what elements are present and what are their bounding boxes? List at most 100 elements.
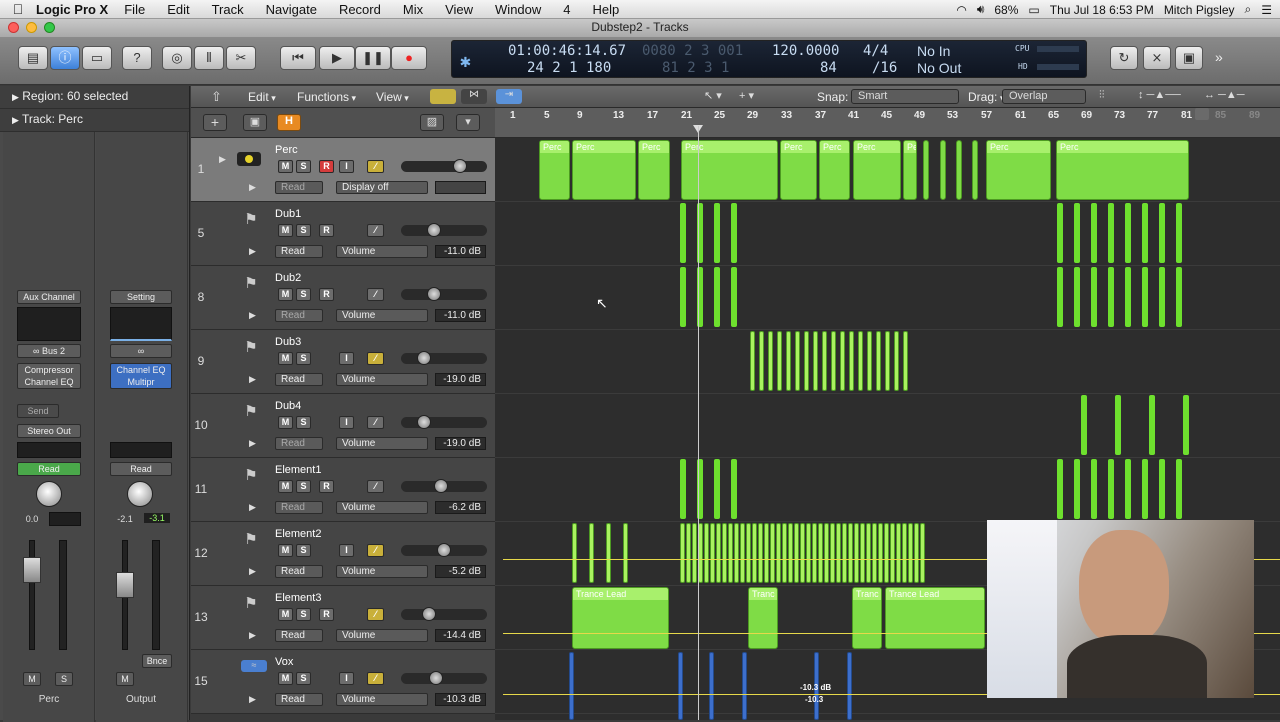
input-slot[interactable]: Aux Channel [17, 290, 81, 304]
midi-region[interactable] [716, 523, 721, 583]
automation-mode-select[interactable]: Read [275, 629, 323, 642]
midi-region[interactable]: Perc [819, 140, 850, 200]
midi-region[interactable] [714, 267, 720, 327]
midi-region[interactable] [731, 267, 737, 327]
channel-name[interactable]: Output [110, 694, 172, 705]
midi-region[interactable] [710, 523, 715, 583]
midi-region[interactable] [1176, 267, 1182, 327]
midi-region[interactable] [680, 459, 686, 519]
automation-mode-select[interactable]: Read [275, 437, 323, 450]
midi-region[interactable] [692, 523, 697, 583]
midi-region[interactable] [896, 523, 901, 583]
menu-mix[interactable]: Mix [403, 2, 423, 17]
automation-mode[interactable]: Read [17, 462, 81, 476]
mute-button[interactable]: M [278, 416, 293, 429]
midi-region[interactable]: Perc [572, 140, 636, 200]
midi-region[interactable] [840, 331, 845, 391]
play-triangle-icon[interactable]: ▶ [249, 502, 256, 513]
midi-region[interactable] [786, 331, 791, 391]
volume-slider-knob[interactable] [434, 479, 448, 493]
automation-value[interactable]: -10.3 dB [435, 693, 486, 706]
midi-region[interactable] [885, 331, 890, 391]
volume-slider-knob[interactable] [453, 159, 467, 173]
play-triangle-icon[interactable]: ▶ [249, 694, 256, 705]
midi-region[interactable]: Perc [853, 140, 901, 200]
bounce-button[interactable]: Bnce [142, 654, 172, 668]
marquee-tool-icon[interactable]: + ▾ [739, 89, 754, 102]
menu-view[interactable]: View [445, 2, 473, 17]
disclosure-triangle-icon[interactable]: ▶ [219, 154, 226, 165]
midi-region[interactable] [836, 523, 841, 583]
track-header[interactable]: 5 ⚑ Dub1 M S R ⁄ ▶ Read Volume -11.0 dB [191, 202, 495, 266]
record-button[interactable]: ● [391, 46, 427, 70]
automation-toggle[interactable]: ⁄ [367, 672, 384, 685]
audio-region[interactable] [847, 652, 852, 720]
record-enable-button[interactable]: R [319, 480, 334, 493]
track-header[interactable]: 10 ⚑ Dub4 M S I ⁄ ▶ Read Volume -19.0 dB [191, 394, 495, 458]
volume-slider-knob[interactable] [427, 287, 441, 301]
functions-menu[interactable]: Functions [297, 90, 356, 104]
solo-button[interactable]: S [296, 160, 311, 173]
midi-region[interactable] [1081, 395, 1087, 455]
toolbar-button[interactable]: ▭ [82, 46, 112, 70]
drag-select[interactable]: Overlap [1002, 89, 1086, 104]
automation-value[interactable]: -11.0 dB [435, 245, 486, 258]
midi-region[interactable] [680, 203, 686, 263]
play-triangle-icon[interactable]: ▶ [249, 182, 256, 193]
plugin-compressor[interactable]: Compressor [24, 365, 73, 375]
midi-region[interactable] [842, 523, 847, 583]
audio-region[interactable] [569, 652, 574, 720]
midi-region[interactable] [848, 523, 853, 583]
catch-toggle[interactable]: ⇥ [496, 89, 522, 104]
input-monitor-button[interactable]: I [339, 352, 354, 365]
horizontal-zoom-slider[interactable]: ↔ ─▲─ [1204, 89, 1245, 101]
volume-slider[interactable] [401, 415, 487, 429]
midi-region[interactable] [680, 267, 686, 327]
menu-edit[interactable]: Edit [167, 2, 189, 17]
play-triangle-icon[interactable]: ▶ [249, 566, 256, 577]
midi-region[interactable] [1108, 203, 1114, 263]
volume-slider[interactable] [401, 479, 487, 493]
automation-parameter-select[interactable]: Display off [336, 181, 428, 194]
app-menu[interactable]: Logic Pro X [36, 2, 108, 17]
track-header[interactable]: 8 ⚑ Dub2 M S R ⁄ ▶ Read Volume -11.0 dB [191, 266, 495, 330]
volume-slider-knob[interactable] [417, 351, 431, 365]
automation-parameter-select[interactable]: Volume [336, 501, 428, 514]
hide-tracks-button[interactable]: H [277, 114, 301, 131]
volume-fader[interactable] [116, 572, 134, 598]
midi-region[interactable] [956, 140, 962, 200]
midi-region[interactable] [1057, 459, 1063, 519]
midi-region[interactable] [686, 523, 691, 583]
input-monitor-button[interactable]: I [339, 672, 354, 685]
automation-parameter-select[interactable]: Volume [336, 693, 428, 706]
midi-region[interactable]: Tranc [852, 587, 882, 649]
automation-toggle[interactable]: ⁄ [367, 480, 384, 493]
volume-slider[interactable] [401, 287, 487, 301]
battery-percent[interactable]: 68% [994, 3, 1018, 17]
midi-region[interactable] [740, 523, 745, 583]
automation-mode-select[interactable]: Read [275, 565, 323, 578]
pointer-tool-icon[interactable]: ↖ ▾ [704, 89, 722, 102]
automation-parameter-select[interactable]: Volume [336, 373, 428, 386]
minimize-window-button[interactable] [26, 22, 37, 33]
midi-region[interactable] [750, 331, 755, 391]
midi-region[interactable] [782, 523, 787, 583]
midi-region[interactable] [1057, 203, 1063, 263]
midi-region[interactable] [704, 523, 709, 583]
audio-region[interactable] [709, 652, 714, 720]
play-button[interactable]: ▶ [319, 46, 355, 70]
midi-region[interactable] [731, 459, 737, 519]
midi-region[interactable] [1142, 267, 1148, 327]
midi-region[interactable] [1057, 267, 1063, 327]
midi-region[interactable] [776, 523, 781, 583]
midi-region[interactable] [872, 523, 877, 583]
automation-toggle[interactable]: ⁄ [367, 416, 384, 429]
midi-region[interactable] [777, 331, 782, 391]
gear-icon[interactable]: ✱ [460, 51, 471, 72]
mute-button[interactable]: M [278, 480, 293, 493]
audio-region[interactable] [678, 652, 683, 720]
input-monitor-button[interactable]: I [339, 544, 354, 557]
track-name[interactable]: Element2 [275, 528, 321, 540]
midi-region[interactable] [1115, 395, 1121, 455]
midi-region[interactable] [794, 523, 799, 583]
